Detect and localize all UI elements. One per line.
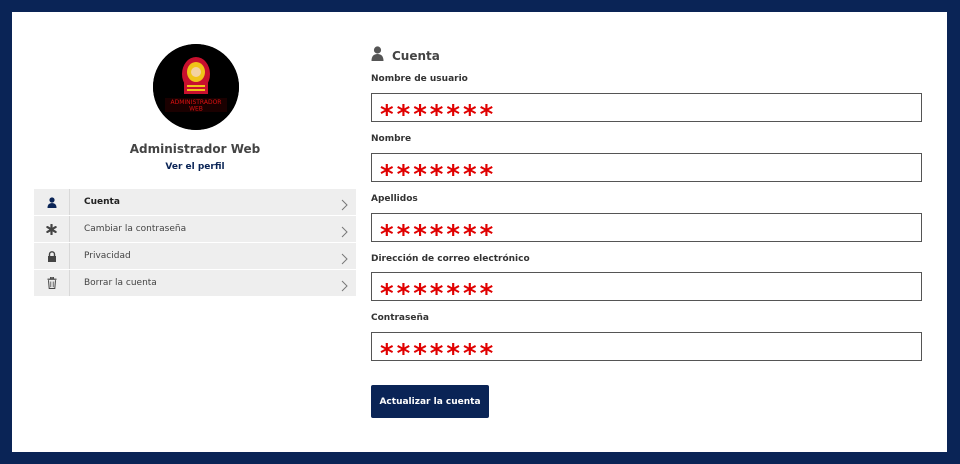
menu-item-label: Cuenta	[84, 197, 120, 207]
email-label: Dirección de correo electrónico	[371, 254, 530, 264]
email-value: *******	[380, 279, 497, 309]
menu-item-label: Privacidad	[84, 251, 131, 261]
password-label: Contraseña	[371, 313, 429, 323]
profile-name: Administrador Web	[129, 142, 261, 156]
logo-text-line2: WEB	[189, 106, 203, 113]
password-value: *******	[380, 339, 497, 369]
section-title: Cuenta	[371, 46, 440, 65]
first-name-field[interactable]: *******	[371, 153, 922, 190]
lock-icon	[34, 243, 70, 269]
menu-item-cuenta[interactable]: Cuenta	[34, 189, 356, 215]
account-panel: ADMINISTRADOR WEB Administrador Web Ver …	[12, 12, 947, 452]
first-name-label: Nombre	[371, 134, 412, 144]
update-account-button[interactable]: Actualizar la cuenta	[371, 385, 489, 418]
asterisk-icon	[34, 216, 70, 242]
password-field[interactable]: *******	[371, 332, 922, 369]
menu-item-label: Borrar la cuenta	[84, 278, 157, 288]
last-name-field[interactable]: *******	[371, 213, 922, 250]
user-icon	[371, 46, 384, 65]
account-menu: Cuenta Cambiar la contraseña Privacidad …	[34, 189, 356, 297]
menu-item-privacidad[interactable]: Privacidad	[34, 243, 356, 269]
avatar-logo-icon: ADMINISTRADOR WEB	[153, 44, 239, 130]
view-profile-link[interactable]: Ver el perfil	[34, 162, 356, 172]
trash-icon	[34, 270, 70, 296]
chevron-right-icon	[341, 196, 348, 215]
username-field[interactable]: *******	[371, 93, 922, 130]
chevron-right-icon	[341, 223, 348, 242]
first-name-value: *******	[380, 160, 497, 190]
user-icon	[34, 189, 70, 215]
menu-item-label: Cambiar la contraseña	[84, 224, 187, 234]
username-value: *******	[380, 100, 497, 130]
menu-item-cambiar-contrasena[interactable]: Cambiar la contraseña	[34, 216, 356, 242]
section-title-text: Cuenta	[392, 48, 440, 63]
last-name-label: Apellidos	[371, 194, 418, 204]
avatar: ADMINISTRADOR WEB	[153, 44, 239, 130]
last-name-value: *******	[380, 220, 497, 250]
username-label: Nombre de usuario	[371, 74, 468, 84]
chevron-right-icon	[341, 250, 348, 269]
menu-item-borrar-cuenta[interactable]: Borrar la cuenta	[34, 270, 356, 296]
chevron-right-icon	[341, 277, 348, 296]
email-field[interactable]: *******	[371, 272, 922, 309]
